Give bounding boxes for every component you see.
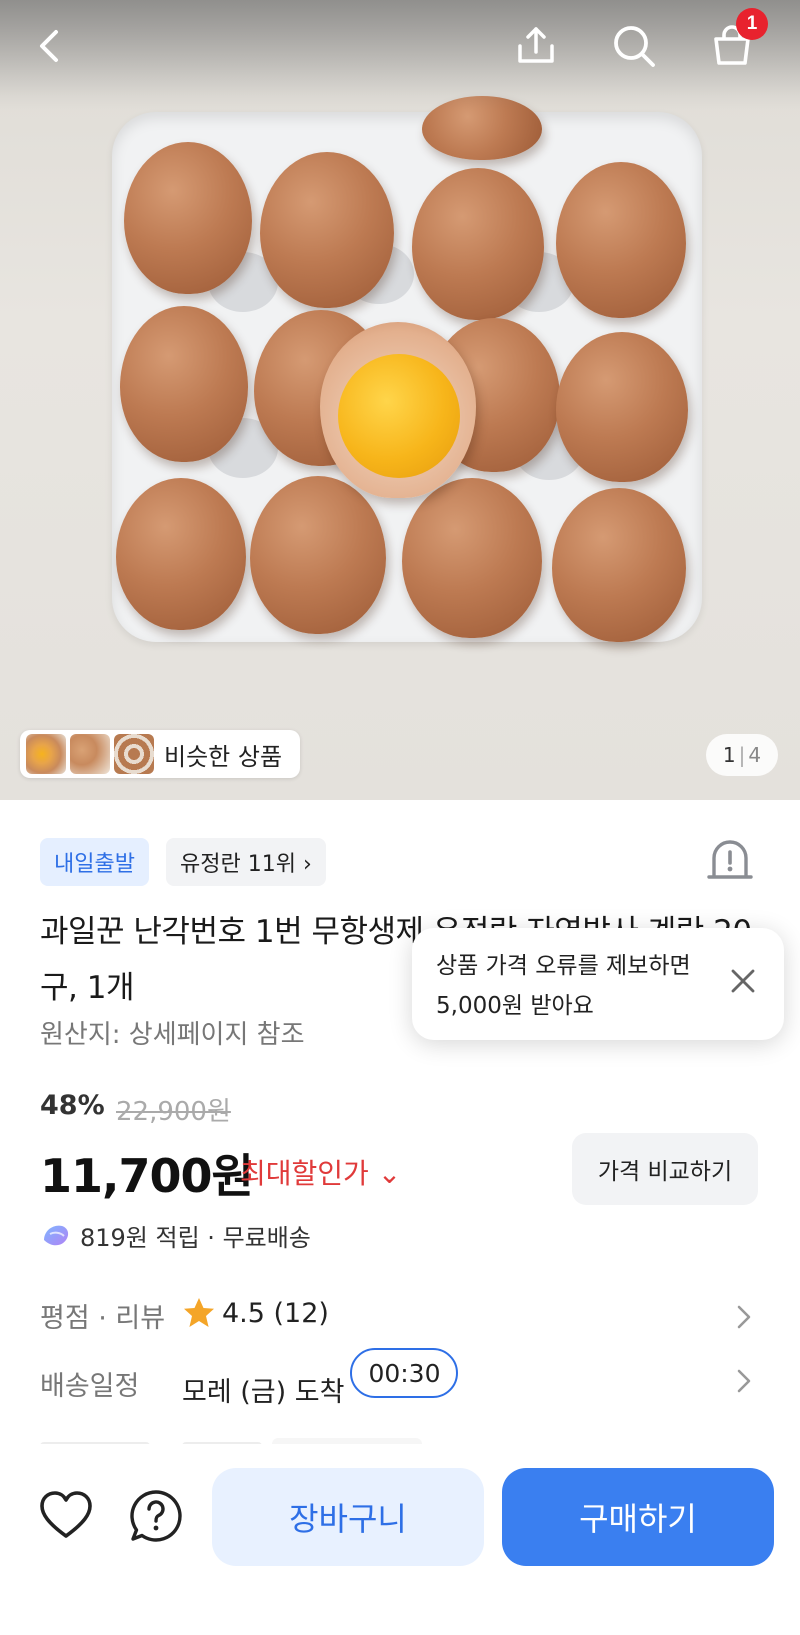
question-bubble-icon [130,1490,182,1542]
wishlist-button[interactable] [38,1488,94,1544]
share-button[interactable] [510,20,562,72]
delivery-label: 배송일정 [40,1371,140,1402]
image-page-indicator: 1 | 4 [706,734,778,776]
points-shipping-info: 819원 적립 · 무료배송 [40,1218,311,1253]
close-icon [731,969,755,993]
sale-price: 11,700원 [40,1149,254,1203]
back-button[interactable] [24,20,76,72]
add-to-cart-button[interactable]: 장바구니 [212,1468,484,1566]
chevron-right-icon[interactable] [734,1366,754,1396]
report-button[interactable] [702,832,758,888]
similar-thumb-2 [70,734,110,774]
similar-thumb-3 [114,734,154,774]
share-icon [518,27,554,63]
search-icon [614,26,655,67]
delivery-timer: 00:30 [350,1348,459,1398]
rating-text: 4.5 (12) [222,1297,329,1329]
product-origin: 원산지: 상세페이지 참조 [40,1020,305,1050]
alarm-bell-icon [707,840,753,879]
tooltip-text: 상품 가격 오류를 제보하면 5,000원 받아요 [436,953,691,1019]
buy-now-button[interactable]: 구매하기 [502,1468,774,1566]
shipping-tag: 내일출발 [40,838,149,886]
product-image[interactable] [0,0,800,800]
search-button[interactable] [608,20,660,72]
egg-yolk [338,354,460,478]
chevron-right-icon[interactable] [734,1302,754,1332]
compare-price-button[interactable]: 가격 비교하기 [572,1133,758,1205]
rating-label: 평점 · 리뷰 [40,1303,166,1334]
points-icon [44,1225,69,1245]
star-icon [184,1298,214,1327]
heart-icon [40,1491,92,1538]
rating-value-row[interactable]: 4.5 (12) [182,1296,329,1330]
cart-count-badge: 1 [736,8,768,40]
discount-rate: 48% [40,1090,105,1121]
similar-products-button[interactable]: 비슷한 상품 [20,730,300,778]
similar-thumb-1 [26,734,66,774]
max-discount-dropdown[interactable]: 최대할인가 ⌄ [240,1152,401,1192]
original-price: 22,900원 [116,1097,231,1127]
tooltip-close-button[interactable] [728,966,758,996]
chevron-left-icon [40,30,58,62]
delivery-date-text: 모레 (금) 도착 [182,1376,345,1408]
ranking-tag[interactable]: 유정란 11위 › [166,838,326,886]
price-report-tooltip: 상품 가격 오류를 제보하면 5,000원 받아요 [412,928,784,1040]
points-text: 819원 적립 · 무료배송 [80,1224,311,1252]
similar-products-label: 비슷한 상품 [164,742,283,771]
delivery-value-row[interactable]: 모레 (금) 도착 00:30 [182,1348,459,1408]
inquiry-button[interactable] [128,1488,184,1544]
